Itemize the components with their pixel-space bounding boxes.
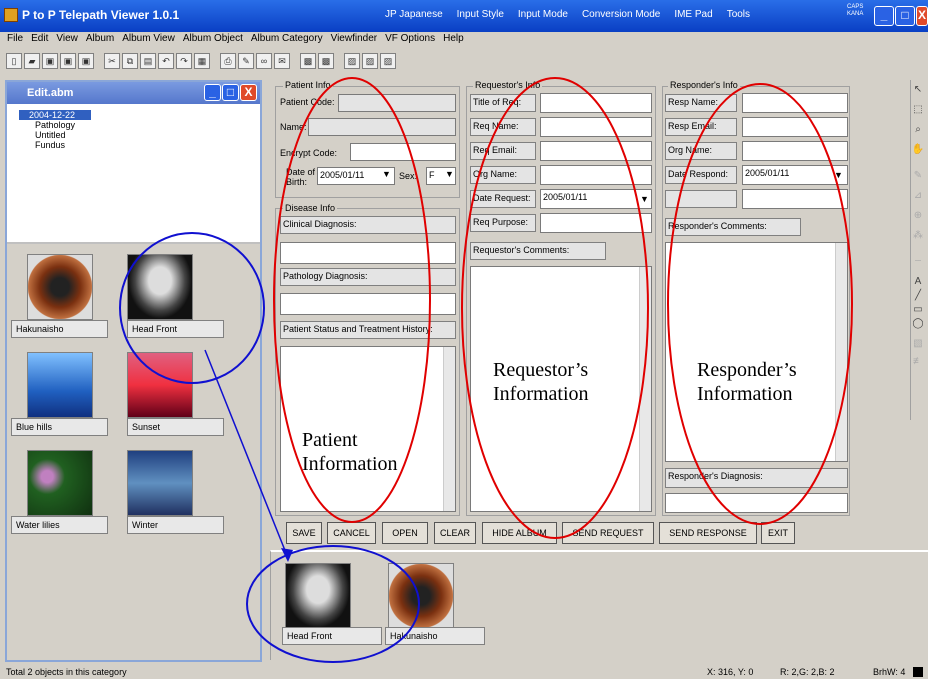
cursor-coords: X: 316, Y: 0 xyxy=(707,667,754,677)
status-text: Total 2 objects in this category xyxy=(6,667,127,677)
arrow-head-icon xyxy=(281,548,293,562)
status-bar: Total 2 objects in this category X: 316,… xyxy=(0,664,928,679)
album-circle xyxy=(119,232,265,384)
requestor-ellipse xyxy=(461,77,649,539)
brush-color-swatch xyxy=(913,667,923,677)
drag-arrow xyxy=(204,349,289,559)
brush-width: BrhW: 4 xyxy=(873,667,906,677)
annotation-patient: Patient Information xyxy=(302,429,398,475)
pixel-rgb: R: 2,G: 2,B: 2 xyxy=(780,667,835,677)
annotation-overlay xyxy=(119,77,853,663)
tray-circle xyxy=(246,545,420,663)
annotation-requestor: Requestor’s Information xyxy=(493,359,589,405)
annotation-responder: Responder’s Information xyxy=(697,359,797,405)
responder-ellipse xyxy=(667,83,853,525)
